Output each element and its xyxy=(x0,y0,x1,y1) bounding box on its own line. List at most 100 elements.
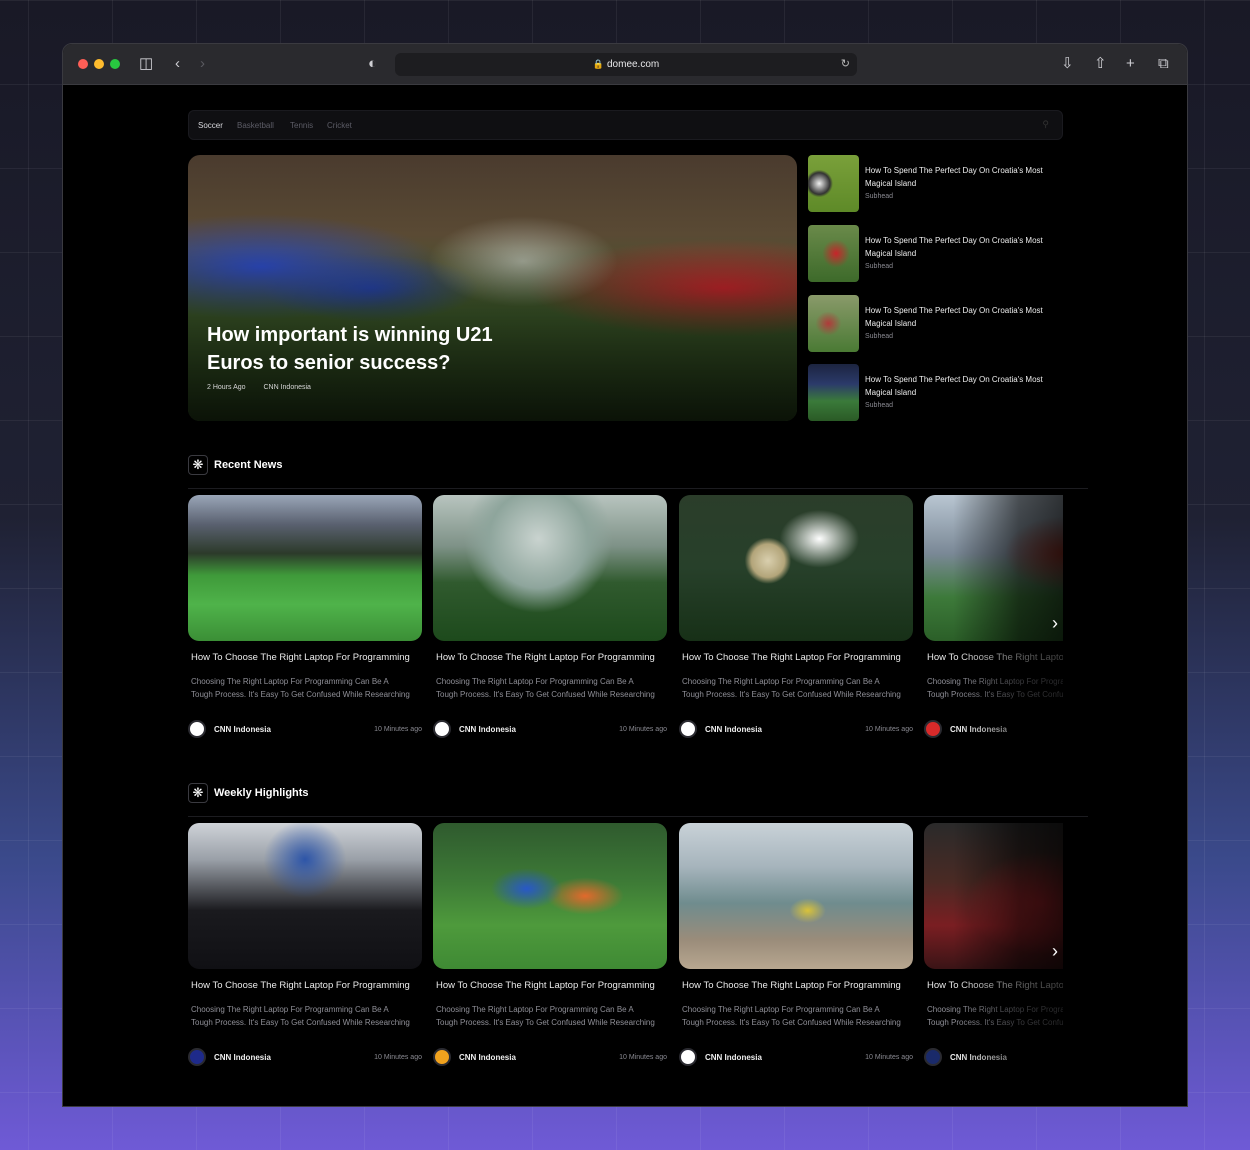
side-story-thumbnail xyxy=(808,225,859,282)
tab-soccer[interactable]: Soccer xyxy=(198,121,223,130)
side-story[interactable]: How To Spend The Perfect Day On Croatia'… xyxy=(808,155,1063,212)
search-icon[interactable]: ⚲ xyxy=(1042,119,1049,130)
side-story[interactable]: How To Spend The Perfect Day On Croatia'… xyxy=(808,225,1063,282)
news-card-time: 10 Minutes ago xyxy=(865,1054,913,1061)
news-card-title: How To Choose The Right Laptop For Progr… xyxy=(436,652,655,663)
news-card-desc-line: Choosing The Right Laptop For Programmin… xyxy=(682,1005,880,1014)
hero-meta: 2 Hours Ago CNN Indonesia xyxy=(207,384,327,391)
news-card-source: CNN Indonesia xyxy=(705,725,762,734)
news-card-description: Choosing The Right Laptop For Programmin… xyxy=(191,675,423,701)
news-card-source: CNN Indonesia xyxy=(950,725,1007,734)
news-card-desc-line: Tough Process. It's Easy To Get Confused… xyxy=(927,690,1063,699)
hero-source: CNN Indonesia xyxy=(263,384,311,391)
download-icon[interactable]: ⇩ xyxy=(1061,55,1074,73)
news-card-time: 10 Minutes ago xyxy=(865,726,913,733)
side-story[interactable]: How To Spend The Perfect Day On Croatia'… xyxy=(808,364,1063,421)
news-card-description: Choosing The Right Laptop For Programmin… xyxy=(191,1003,423,1029)
news-card-desc-line: Tough Process. It's Easy To Get Confused… xyxy=(682,1018,901,1027)
source-avatar xyxy=(924,1048,942,1066)
browser-titlebar: ◫ ‹ › ◐ 🔒 domee.com ↻ ⇩ ⇧ + ⧉ xyxy=(63,44,1187,85)
side-story-subhead: Subhead xyxy=(865,263,894,270)
weekly-highlights-carousel: How To Choose The Right Laptop For Progr… xyxy=(188,823,1063,1073)
news-card-description: Choosing The Right Laptop For Programmin… xyxy=(682,1003,914,1029)
news-card-image xyxy=(433,495,667,641)
news-card-source: CNN Indonesia xyxy=(950,1053,1007,1062)
news-card[interactable]: How To Choose The Right Laptop For Progr… xyxy=(188,495,422,745)
news-card-source: CNN Indonesia xyxy=(459,1053,516,1062)
source-avatar xyxy=(433,1048,451,1066)
tab-basketball[interactable]: Basketball xyxy=(237,121,274,130)
tab-cricket[interactable]: Cricket xyxy=(327,121,352,130)
side-story-thumbnail xyxy=(808,155,859,212)
hero-image xyxy=(188,155,797,421)
news-card[interactable]: How To Choose The Right Laptop For Progr… xyxy=(924,823,1063,1073)
lock-icon: 🔒 xyxy=(592,59,604,69)
shield-icon[interactable]: ◐ xyxy=(368,55,377,73)
news-card-desc-line: Choosing The Right Laptop For Programmin… xyxy=(191,677,389,686)
maximize-window-button[interactable] xyxy=(110,59,120,69)
news-card-desc-line: Choosing The Right Laptop For Programmin… xyxy=(682,677,880,686)
side-story[interactable]: How To Spend The Perfect Day On Croatia'… xyxy=(808,295,1063,352)
side-story-thumbnail xyxy=(808,364,859,421)
news-card-title: How To Choose The Right Laptop For Progr… xyxy=(927,652,1063,663)
news-card-image xyxy=(924,823,1063,969)
weekly-highlights-header: ❋ Weekly Highlights xyxy=(188,783,1088,817)
source-avatar xyxy=(924,720,942,738)
forward-icon[interactable]: › xyxy=(200,55,205,73)
section-title: Recent News xyxy=(214,459,283,471)
news-card-image xyxy=(679,495,913,641)
news-card-title: How To Choose The Right Laptop For Progr… xyxy=(682,652,901,663)
hero-time: 2 Hours Ago xyxy=(207,384,246,391)
news-card-title: How To Choose The Right Laptop For Progr… xyxy=(436,980,655,991)
news-card-title: How To Choose The Right Laptop For Progr… xyxy=(191,652,410,663)
back-icon[interactable]: ‹ xyxy=(175,55,180,73)
minimize-window-button[interactable] xyxy=(94,59,104,69)
browser-window: ◫ ‹ › ◐ 🔒 domee.com ↻ ⇩ ⇧ + ⧉ Soccer Bask… xyxy=(62,43,1188,1107)
news-card-source: CNN Indonesia xyxy=(214,1053,271,1062)
news-card-source: CNN Indonesia xyxy=(214,725,271,734)
news-card-description: Choosing The Right Laptop For Programmin… xyxy=(682,675,914,701)
side-story-thumbnail xyxy=(808,295,859,352)
news-card[interactable]: How To Choose The Right Laptop For Progr… xyxy=(679,495,913,745)
share-icon[interactable]: ⇧ xyxy=(1094,55,1107,73)
sparkle-icon: ❋ xyxy=(188,455,208,475)
news-card-time: 10 Minutes ago xyxy=(374,726,422,733)
hero-story[interactable]: How important is winning U21 Euros to se… xyxy=(188,155,797,421)
chevron-right-icon[interactable]: › xyxy=(1047,941,1063,961)
news-card[interactable]: How To Choose The Right Laptop For Progr… xyxy=(433,823,667,1073)
address-bar[interactable]: 🔒 domee.com ↻ xyxy=(395,53,857,76)
news-card-title: How To Choose The Right Laptop For Progr… xyxy=(927,980,1063,991)
side-story-title: How To Spend The Perfect Day On Croatia'… xyxy=(865,375,1043,397)
news-card[interactable]: How To Choose The Right Laptop For Progr… xyxy=(433,495,667,745)
reload-icon[interactable]: ↻ xyxy=(841,53,850,76)
side-story-subhead: Subhead xyxy=(865,193,894,200)
news-card[interactable]: How To Choose The Right Laptop For Progr… xyxy=(188,823,422,1073)
news-card-image xyxy=(188,495,422,641)
news-card-desc-line: Choosing The Right Laptop For Programmin… xyxy=(436,1005,634,1014)
news-card-description: Choosing The Right Laptop For Programmin… xyxy=(927,675,1063,701)
side-story-title: How To Spend The Perfect Day On Croatia'… xyxy=(865,166,1043,188)
new-tab-icon[interactable]: + xyxy=(1126,55,1135,73)
source-avatar xyxy=(188,1048,206,1066)
news-card[interactable]: How To Choose The Right Laptop For Progr… xyxy=(679,823,913,1073)
news-card-desc-line: Tough Process. It's Easy To Get Confused… xyxy=(682,690,901,699)
chevron-right-icon[interactable]: › xyxy=(1047,613,1063,633)
news-card-title: How To Choose The Right Laptop For Progr… xyxy=(682,980,901,991)
news-card-description: Choosing The Right Laptop For Programmin… xyxy=(927,1003,1063,1029)
news-card-description: Choosing The Right Laptop For Programmin… xyxy=(436,1003,668,1029)
side-story-subhead: Subhead xyxy=(865,333,894,340)
hero-title[interactable]: How important is winning U21 Euros to se… xyxy=(207,321,507,377)
tab-overview-icon[interactable]: ⧉ xyxy=(1158,55,1169,73)
source-avatar xyxy=(188,720,206,738)
sport-nav: Soccer Basketball Tennis Cricket ⚲ xyxy=(188,110,1063,140)
tab-tennis[interactable]: Tennis xyxy=(290,121,313,130)
news-card-desc-line: Choosing The Right Laptop For Programmin… xyxy=(191,1005,389,1014)
news-card-desc-line: Choosing The Right Laptop For Programmin… xyxy=(436,677,634,686)
source-avatar xyxy=(679,720,697,738)
news-card-desc-line: Tough Process. It's Easy To Get Confused… xyxy=(191,1018,410,1027)
news-card-desc-line: Choosing The Right Laptop For Programmin… xyxy=(927,1005,1063,1014)
sidebar-toggle-icon[interactable]: ◫ xyxy=(139,55,153,73)
news-card-desc-line: Tough Process. It's Easy To Get Confused… xyxy=(191,690,410,699)
news-card[interactable]: How To Choose The Right Laptop For Progr… xyxy=(924,495,1063,745)
close-window-button[interactable] xyxy=(78,59,88,69)
